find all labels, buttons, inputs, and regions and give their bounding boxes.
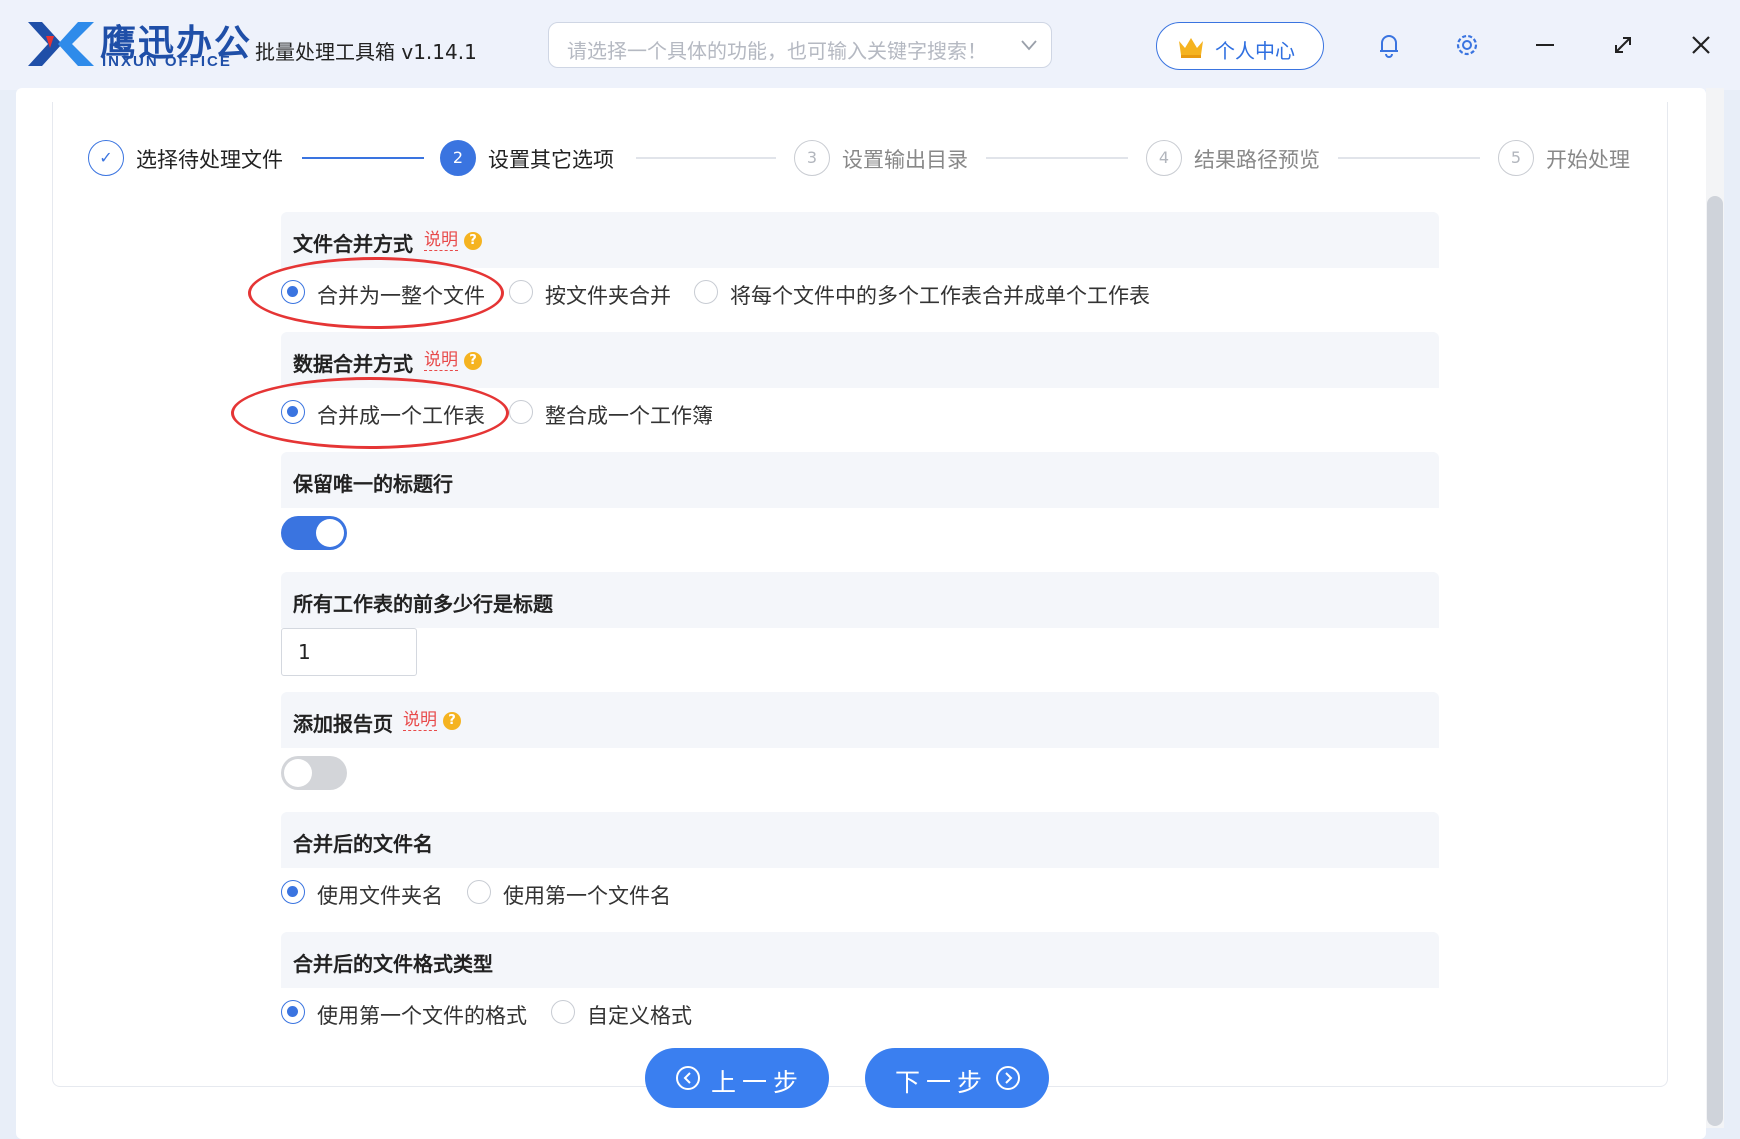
radio-label: 使用文件夹名 <box>317 884 443 908</box>
radio-button[interactable] <box>467 880 491 904</box>
step-label: 设置输出目录 <box>842 148 968 172</box>
radio-label: 将每个文件中的多个工作表合并成单个工作表 <box>730 284 1150 308</box>
scrollbar-thumb[interactable] <box>1707 196 1723 1126</box>
section-title: 数据合并方式 <box>293 352 413 376</box>
next-step-button[interactable]: 下一步 <box>865 1048 1049 1108</box>
settings-gear-icon[interactable] <box>1450 28 1484 62</box>
step-number: 2 <box>440 140 476 176</box>
question-icon[interactable]: ? <box>464 232 482 250</box>
crown-icon <box>1179 38 1203 58</box>
step-number: 5 <box>1498 140 1534 176</box>
next-step-label: 下一步 <box>895 1068 989 1097</box>
inxun-logo-icon <box>28 22 94 66</box>
bell-icon[interactable] <box>1372 28 1406 62</box>
circle-chevron-right-icon <box>996 1066 1020 1090</box>
step-connector <box>1338 157 1480 159</box>
step-label: 设置其它选项 <box>488 148 614 172</box>
question-icon[interactable]: ? <box>464 352 482 370</box>
app-title: 批量处理工具箱 v1.14.1 <box>255 40 477 64</box>
minimize-icon[interactable] <box>1528 28 1562 62</box>
header-rows-input[interactable]: 1 <box>281 628 417 676</box>
function-search-box[interactable]: 请选择一个具体的功能，也可输入关键字搜索！ <box>548 22 1052 68</box>
section-title: 添加报告页 <box>293 712 393 736</box>
radio-button[interactable] <box>509 400 533 424</box>
section-title: 合并后的文件格式类型 <box>293 952 493 976</box>
radio-button[interactable] <box>509 280 533 304</box>
radio-label: 整合成一个工作簿 <box>545 404 713 428</box>
maximize-icon[interactable] <box>1606 28 1640 62</box>
red-highlight-ellipse <box>231 377 509 449</box>
prev-step-label: 上一步 <box>711 1068 805 1097</box>
section-merged-filename: 合并后的文件名 <box>281 812 1439 868</box>
step-number: 3 <box>794 140 830 176</box>
section-file-merge-header: 文件合并方式 说明 ? <box>281 212 1439 268</box>
user-center-button[interactable]: 个人中心 <box>1156 22 1324 70</box>
section-report-page: 添加报告页 说明 ? <box>281 692 1439 748</box>
radio-button[interactable] <box>551 1000 575 1024</box>
red-highlight-ellipse <box>248 257 504 329</box>
step-label: 选择待处理文件 <box>136 148 283 172</box>
chevron-down-icon[interactable] <box>1019 35 1039 55</box>
section-title: 文件合并方式 <box>293 232 413 256</box>
section-title: 所有工作表的前多少行是标题 <box>293 592 553 616</box>
circle-chevron-left-icon <box>676 1066 700 1090</box>
search-placeholder: 请选择一个具体的功能，也可输入关键字搜索！ <box>567 39 987 63</box>
user-center-label: 个人中心 <box>1215 39 1295 63</box>
step-connector <box>986 157 1128 159</box>
radio-button[interactable] <box>694 280 718 304</box>
section-title: 合并后的文件名 <box>293 832 433 856</box>
brand-subtitle: INXUN OFFICE <box>102 53 232 70</box>
radio-label: 使用第一个文件的格式 <box>317 1004 527 1028</box>
toggle-knob <box>316 519 344 547</box>
help-link[interactable]: 说明 <box>403 710 437 731</box>
radio-button[interactable] <box>281 880 305 904</box>
section-unique-header-row: 保留唯一的标题行 <box>281 452 1439 508</box>
radio-label: 使用第一个文件名 <box>503 884 671 908</box>
step-connector <box>302 157 424 159</box>
step-done-check-icon: ✓ <box>88 140 124 176</box>
radio-label: 按文件夹合并 <box>545 284 671 308</box>
section-merged-format: 合并后的文件格式类型 <box>281 932 1439 988</box>
radio-label: 自定义格式 <box>587 1004 692 1028</box>
help-link[interactable]: 说明 <box>424 230 458 251</box>
step-number: 4 <box>1146 140 1182 176</box>
close-icon[interactable] <box>1684 28 1718 62</box>
title-bar: 鹰迅办公 INXUN OFFICE 批量处理工具箱 v1.14.1 请选择一个具… <box>0 0 1740 90</box>
report-page-toggle[interactable] <box>281 756 347 790</box>
section-header-rows: 所有工作表的前多少行是标题 <box>281 572 1439 628</box>
toggle-knob <box>284 759 312 787</box>
radio-button[interactable] <box>281 1000 305 1024</box>
section-title: 保留唯一的标题行 <box>293 472 453 496</box>
prev-step-button[interactable]: 上一步 <box>645 1048 829 1108</box>
help-link[interactable]: 说明 <box>424 350 458 371</box>
unique-header-toggle[interactable] <box>281 516 347 550</box>
section-data-merge-header: 数据合并方式 说明 ? <box>281 332 1439 388</box>
question-icon[interactable]: ? <box>443 712 461 730</box>
step-label: 开始处理 <box>1546 148 1630 172</box>
step-label: 结果路径预览 <box>1194 148 1320 172</box>
step-connector <box>636 157 776 159</box>
